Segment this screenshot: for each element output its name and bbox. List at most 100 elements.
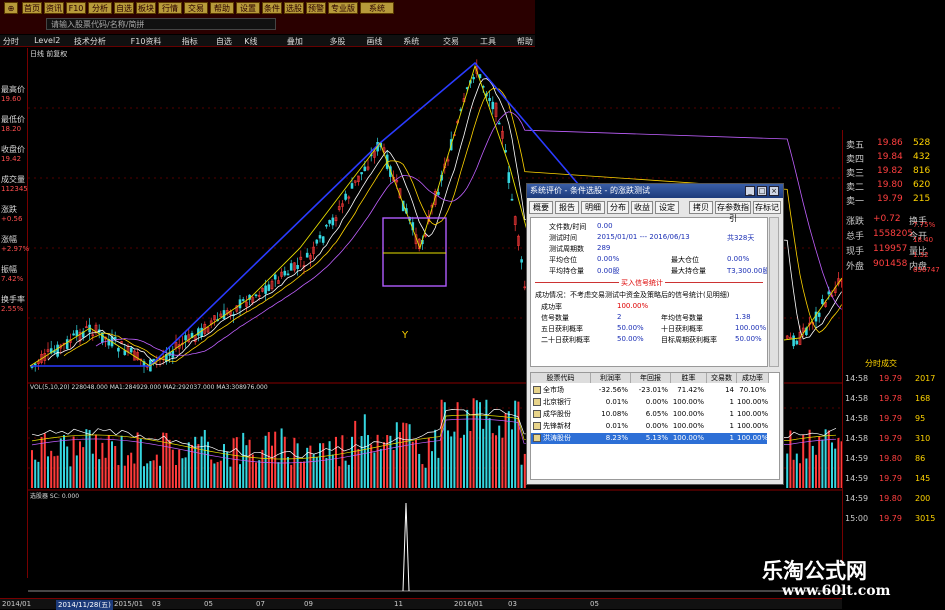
volume-bar — [834, 448, 837, 488]
toolbar-button[interactable]: 首页 — [22, 2, 42, 14]
signal-value: 50.00% — [617, 335, 644, 343]
stat-label: 现手 — [846, 247, 865, 257]
signal-value-2: 100.00% — [735, 324, 767, 332]
kline-chart[interactable]: 日线 前复权 VOL(5,10,20) 228048.000 MA1:284929… — [0, 48, 945, 608]
menu-item[interactable]: 分时 — [3, 36, 19, 47]
menu-item[interactable]: 系统 — [403, 36, 419, 47]
trade-time: 14:59 — [845, 494, 869, 503]
grid-header[interactable]: 利润率 — [591, 373, 631, 383]
toolbar-button[interactable]: 预警 — [306, 2, 326, 14]
volume-bar — [143, 466, 145, 488]
volume-bar — [338, 466, 341, 488]
grid-cell: 100.00% — [672, 434, 704, 442]
menu-item[interactable]: 工具 — [480, 36, 496, 47]
logo-icon[interactable]: ⊕ — [4, 2, 18, 14]
candle-body — [325, 224, 328, 227]
toolbar-button[interactable]: 板块 — [136, 2, 156, 14]
dialog-tab[interactable]: 拷贝 — [689, 201, 713, 214]
menu-item[interactable]: 自选 — [216, 36, 232, 47]
volume-bar — [325, 457, 328, 488]
menu-item[interactable]: 叠加 — [287, 36, 303, 47]
grid-cell: 14 — [725, 386, 734, 394]
volume-bar — [43, 433, 46, 488]
toolbar-button[interactable]: 条件 — [262, 2, 282, 14]
volume-bar — [453, 431, 456, 488]
trade-time: 14:58 — [845, 434, 869, 443]
grid-header[interactable]: 交易数 — [707, 373, 737, 383]
volume-bar — [187, 442, 190, 488]
search-input[interactable]: 请输入股票代码/名称/简拼 — [46, 18, 276, 30]
volume-bar — [271, 445, 273, 488]
stat-label: 涨跌 — [846, 217, 865, 227]
maximize-icon[interactable]: □ — [757, 186, 767, 196]
trade-price: 19.79 — [879, 434, 902, 443]
menu-item[interactable]: F10资料 — [131, 36, 162, 47]
trade-price: 19.79 — [879, 474, 902, 483]
grid-header[interactable]: 成功率 — [737, 373, 769, 383]
dialog-tab[interactable]: 分布 — [607, 201, 629, 214]
volume-bar — [66, 446, 69, 488]
dialog-tab[interactable]: 设定 — [655, 201, 679, 214]
volume-bar — [808, 429, 811, 488]
grid-cell: 100.00% — [737, 434, 769, 442]
volume-bar — [226, 451, 229, 488]
volume-bar — [136, 432, 139, 488]
trade-volume: 86 — [915, 454, 926, 463]
close-icon[interactable]: × — [769, 186, 779, 196]
grid-header[interactable]: 股票代码 — [531, 373, 591, 383]
toolbar-button[interactable]: 行情 — [158, 2, 182, 14]
info-value: 2.55% — [1, 305, 24, 313]
volume-bar — [331, 454, 334, 488]
dialog-title[interactable]: 系统评价 - 条件选股 - 的涨跌测试 _ □ × — [527, 184, 783, 198]
toolbar-button[interactable]: 系统 — [360, 2, 394, 14]
cursor-marker: Y — [401, 330, 409, 341]
toolbar-button[interactable]: 交易 — [184, 2, 208, 14]
grid-row[interactable]: 全市场 -32.56% -23.01% 71.42% 14 70.10% — [531, 385, 767, 396]
dialog-tab[interactable]: 报告 — [555, 201, 579, 214]
dialog-tab[interactable]: 存参数指引 — [715, 201, 751, 223]
grid-row[interactable]: 北京银行 0.01% 0.00% 100.00% 1 100.00% — [531, 397, 768, 408]
grid-row[interactable]: 先锋新材 0.01% 0.00% 100.00% 1 100.00% — [531, 421, 768, 432]
toolbar-button[interactable]: 选股 — [284, 2, 304, 14]
toolbar-button[interactable]: 设置 — [236, 2, 260, 14]
menu-item[interactable]: 画线 — [366, 36, 382, 47]
menu-item[interactable]: Level2 — [34, 36, 60, 45]
volume-bar — [383, 442, 385, 488]
toolbar-button[interactable]: 分析 — [88, 2, 112, 14]
volume-bar — [219, 460, 222, 488]
report-value: 0.00 — [597, 222, 613, 230]
trade-time: 14:58 — [845, 414, 869, 423]
order-label: 卖五 — [846, 141, 865, 151]
volume-bar — [287, 456, 289, 488]
menu-item[interactable]: 多股 — [329, 36, 345, 47]
report-scrollbar[interactable] — [769, 217, 779, 367]
toolbar-button[interactable]: 自选 — [114, 2, 134, 14]
menu-item[interactable]: 技术分析 — [74, 36, 106, 47]
grid-row[interactable]: 洪涛股份 8.23% 5.13% 100.00% 1 100.00% — [531, 433, 769, 444]
dialog-tab[interactable]: 存标记 — [753, 201, 781, 214]
signal-value: 100.00% — [617, 302, 649, 310]
volume-bar — [296, 443, 299, 488]
grid-header[interactable]: 年回报 — [631, 373, 671, 383]
menu-item[interactable]: 帮助 — [517, 36, 533, 47]
stat-value: 119957 — [873, 244, 908, 254]
toolbar-button[interactable]: F10 — [66, 2, 86, 14]
section-title: 买入信号统计 — [619, 278, 665, 288]
report-key: 测试周期数 — [549, 245, 584, 253]
candle-body — [296, 265, 299, 269]
dialog-tab[interactable]: 收益 — [631, 201, 653, 214]
minimize-icon[interactable]: _ — [745, 186, 755, 196]
dialog-tab[interactable]: 明细 — [581, 201, 605, 214]
grid-cell: 100.00% — [672, 422, 704, 430]
menu-item[interactable]: 交易 — [443, 36, 459, 47]
menu-item[interactable]: 指标 — [182, 36, 198, 47]
grid-header[interactable]: 胜率 — [671, 373, 707, 383]
menu-item[interactable]: K线 — [244, 36, 257, 47]
grid-row[interactable]: 成华股份 10.08% 6.05% 100.00% 1 100.00% — [531, 409, 768, 420]
toolbar-button[interactable]: 资讯 — [44, 2, 64, 14]
toolbar-button[interactable]: 专业版 — [328, 2, 358, 14]
toolbar-button[interactable]: 帮助 — [210, 2, 234, 14]
candle-body — [497, 122, 501, 125]
volume-bar — [472, 398, 475, 488]
dialog-tab[interactable]: 概要 — [529, 201, 553, 214]
